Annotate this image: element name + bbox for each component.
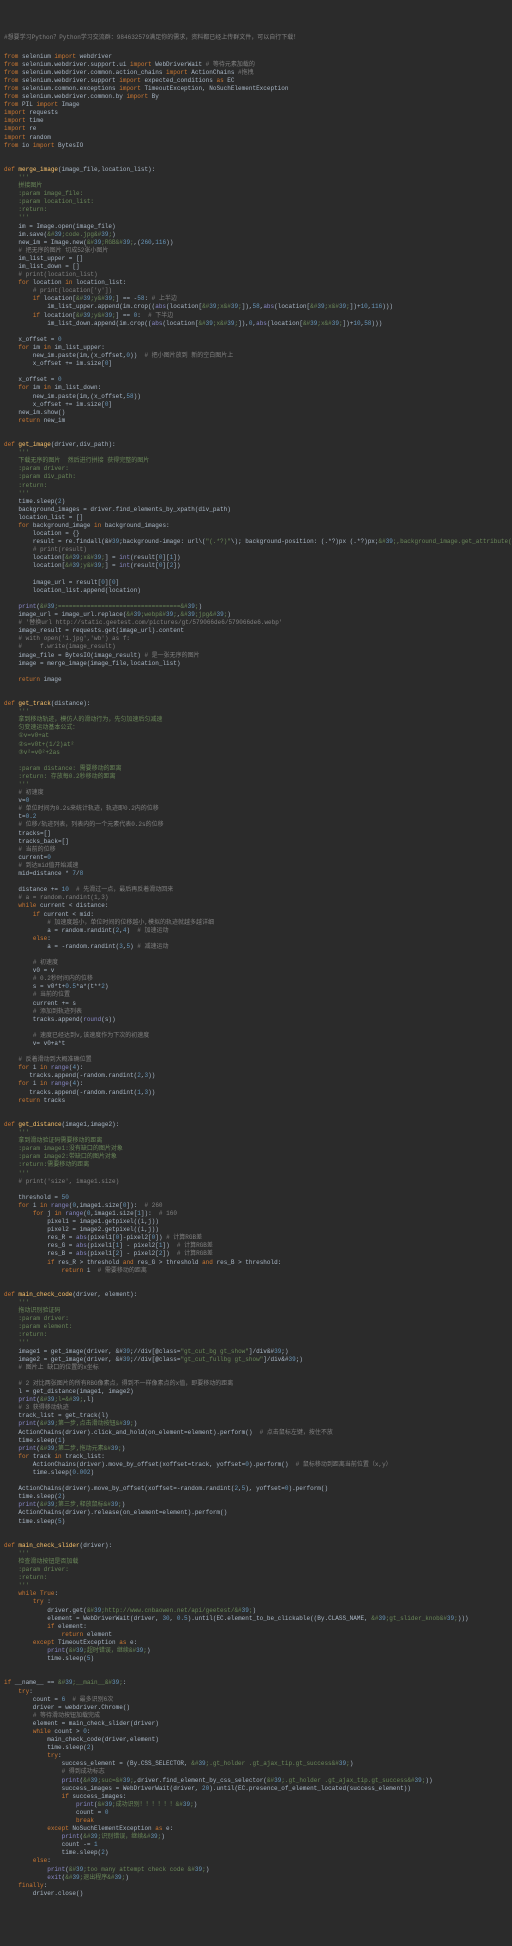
- code-block: from selenium import webdriver from sele…: [0, 53, 512, 1906]
- top-comment: #想要学习Python？Python学习交流群：984632579满足你的需求，…: [0, 32, 512, 44]
